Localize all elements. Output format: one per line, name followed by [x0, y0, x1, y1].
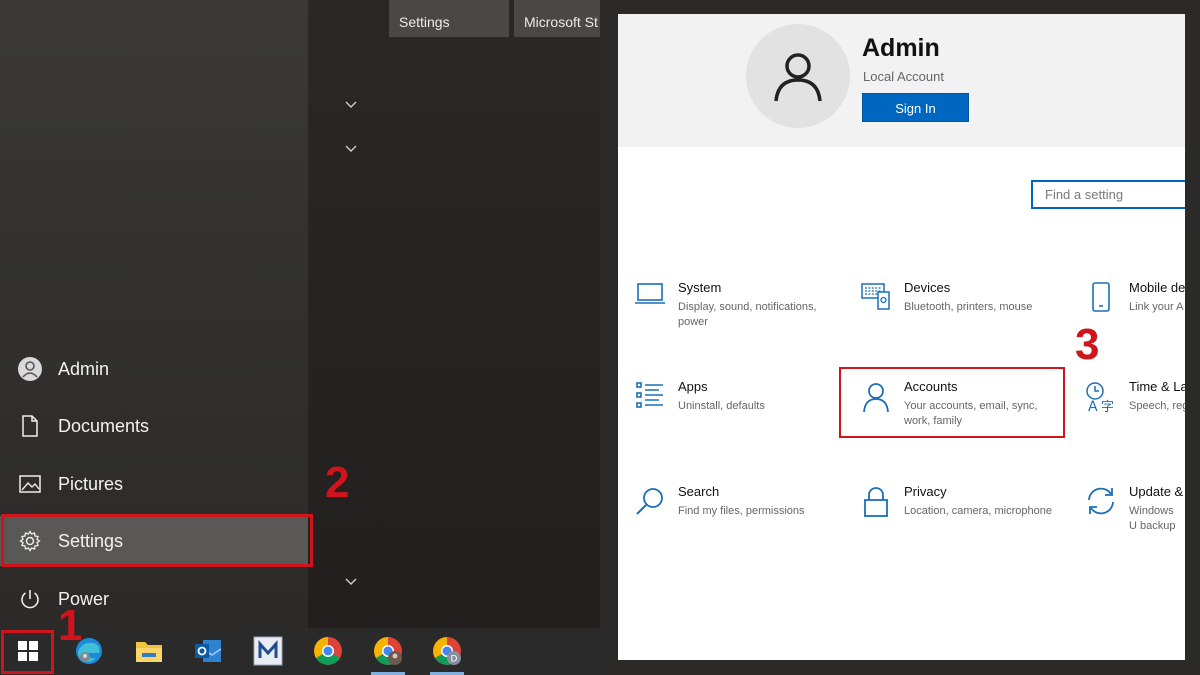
accounts-highlight-box [839, 367, 1065, 438]
chevron-down-icon[interactable] [345, 140, 357, 156]
tile-microsoft-store[interactable]: Microsoft St [514, 0, 600, 37]
category-desc: Bluetooth, printers, mouse [904, 301, 1033, 313]
category-desc: Location, camera, microphone [904, 505, 1052, 517]
category-time-language[interactable]: A字 Time & La Speech, regi [1081, 379, 1185, 417]
category-desc: Link your A [1129, 301, 1184, 313]
user-avatar-icon [746, 24, 850, 128]
chrome-profile-d-icon[interactable]: D [430, 634, 464, 668]
sign-in-button[interactable]: Sign In [862, 93, 969, 122]
category-desc: Speech, regi [1129, 400, 1185, 412]
tile-label: Settings [399, 14, 450, 30]
sync-icon [1081, 484, 1121, 522]
category-title: Time & La [1129, 379, 1185, 394]
start-item-pictures[interactable]: Pictures [0, 459, 308, 509]
category-desc: Display, sound, notifications, power [678, 301, 817, 328]
start-item-power[interactable]: Power [0, 574, 308, 624]
svg-text:字: 字 [1101, 400, 1114, 413]
start-item-label: Pictures [58, 473, 124, 494]
tile-label: Microsoft St [524, 14, 598, 30]
category-update-security[interactable]: Update & Windows U backup [1081, 484, 1185, 534]
apps-list-icon [630, 379, 670, 417]
start-item-admin[interactable]: Admin [0, 344, 308, 394]
search-input[interactable]: Find a setting [1031, 180, 1185, 209]
keyboard-printer-icon [856, 280, 896, 318]
category-search[interactable]: Search Find my files, permissions [630, 484, 850, 522]
pictures-icon [0, 474, 58, 494]
settings-highlight-box [1, 514, 313, 567]
category-system[interactable]: System Display, sound, notifications, pow… [630, 280, 850, 330]
start-item-documents[interactable]: Documents [0, 401, 308, 451]
category-title: Update & [1129, 484, 1184, 499]
file-explorer-icon[interactable] [132, 634, 166, 668]
step-1-label: 1 [58, 601, 83, 650]
tile-settings[interactable]: Settings [389, 0, 509, 37]
chrome-profile-icon[interactable] [371, 634, 405, 668]
category-title: Privacy [904, 484, 947, 499]
category-title: Mobile de [1129, 280, 1185, 295]
category-title: Search [678, 484, 720, 499]
start-tile-area [308, 0, 600, 628]
start-item-label: Admin [58, 358, 110, 379]
document-icon [0, 415, 58, 437]
category-desc: Find my files, permissions [678, 505, 805, 517]
settings-window: Admin Local Account Sign In Find a setti… [618, 14, 1185, 660]
category-mobile[interactable]: Mobile de Link your A [1081, 280, 1185, 318]
category-title: System [678, 280, 722, 295]
lock-icon [856, 484, 896, 522]
search-icon [630, 484, 670, 522]
svg-text:A: A [1088, 399, 1098, 413]
svg-text:D: D [451, 655, 458, 665]
user-name: Admin [862, 34, 940, 62]
chevron-down-icon[interactable] [345, 96, 357, 112]
time-language-icon: A字 [1081, 379, 1121, 417]
account-type: Local Account [863, 69, 944, 84]
phone-icon [1081, 280, 1121, 318]
chrome-icon[interactable] [311, 634, 345, 668]
category-desc: Windows U backup [1129, 505, 1176, 532]
chevron-down-icon[interactable] [345, 573, 357, 589]
taskbar: D [0, 628, 600, 675]
category-desc: Uninstall, defaults [678, 400, 765, 412]
category-privacy[interactable]: Privacy Location, camera, microphone [856, 484, 1076, 522]
m-app-icon[interactable] [251, 634, 285, 668]
settings-header: Admin Local Account Sign In [618, 14, 1185, 147]
category-title: Devices [904, 280, 951, 295]
step-3-label: 3 [1075, 320, 1100, 369]
category-apps[interactable]: Apps Uninstall, defaults [630, 379, 850, 417]
category-devices[interactable]: Devices Bluetooth, printers, mouse [856, 280, 1076, 318]
laptop-icon [630, 280, 670, 318]
start-item-label: Documents [58, 415, 150, 436]
step-2-label: 2 [325, 458, 350, 507]
user-avatar-icon [0, 356, 58, 382]
power-icon [0, 588, 58, 610]
category-title: Apps [678, 379, 708, 394]
outlook-icon[interactable] [191, 634, 225, 668]
start-highlight-box [1, 630, 54, 674]
